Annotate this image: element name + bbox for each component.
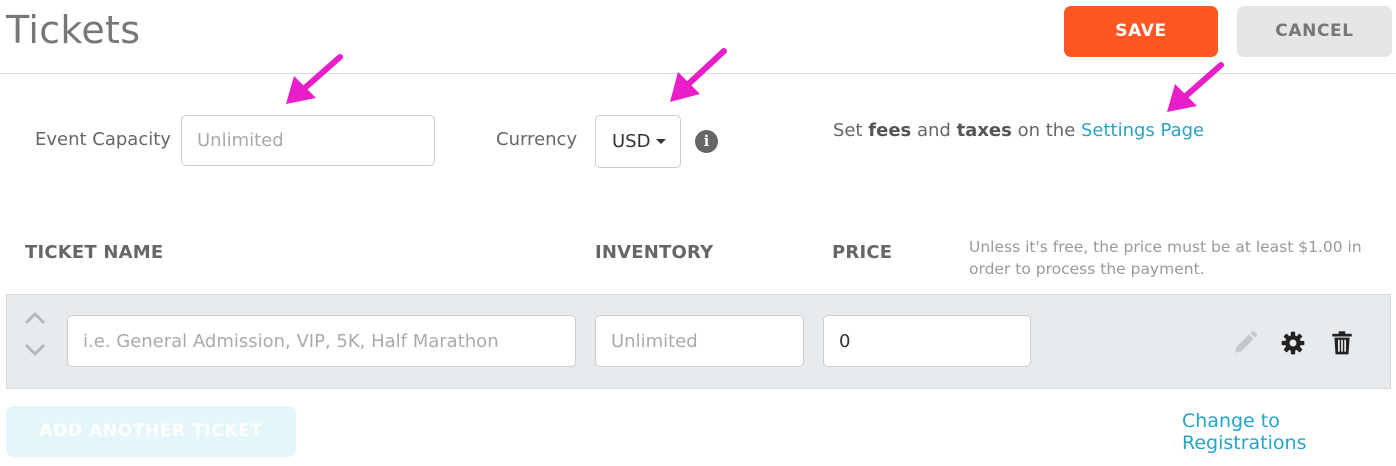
fees-and: and [911,120,957,141]
ticket-inventory-input[interactable] [595,315,804,367]
currency-value: USD [612,131,651,152]
trash-icon[interactable] [1329,330,1355,356]
change-to-registrations-link[interactable]: Change to Registrations [1182,410,1396,454]
ticket-price-input[interactable] [823,315,1031,367]
currency-label: Currency [496,129,578,150]
caret-down-icon [656,139,667,144]
annotation-arrow-icon [1167,62,1224,112]
column-header-ticket-name: TICKET NAME [25,242,164,263]
fees-prefix: Set [833,120,869,141]
move-up-icon[interactable] [24,310,46,326]
annotation-arrow-icon [286,54,343,104]
move-down-icon[interactable] [24,342,46,358]
annotation-arrow-icon [670,48,727,102]
column-header-inventory: INVENTORY [595,242,714,263]
cancel-button[interactable]: CANCEL [1237,6,1392,57]
taxes-word: taxes [956,120,1012,141]
fees-taxes-note: Set fees and taxes on the Settings Page [833,120,1204,141]
settings-page-link[interactable]: Settings Page [1081,120,1204,141]
column-header-price: PRICE [832,242,893,263]
add-another-ticket-button[interactable]: ADD ANOTHER TICKET [6,406,296,457]
currency-select[interactable]: USD [595,115,681,168]
ticket-name-input[interactable] [67,315,576,367]
gear-icon[interactable] [1280,330,1306,356]
info-circle-icon[interactable]: i [695,130,718,153]
event-capacity-input[interactable] [181,115,435,166]
ticket-row [6,294,1391,389]
page-title: Tickets [6,8,141,52]
pencil-icon[interactable] [1232,330,1258,356]
event-capacity-label: Event Capacity [35,129,171,150]
price-hint-text: Unless it's free, the price must be at l… [969,238,1362,278]
fees-on: on the [1011,120,1081,141]
save-button[interactable]: SAVE [1064,6,1218,57]
fees-word: fees [868,120,912,141]
